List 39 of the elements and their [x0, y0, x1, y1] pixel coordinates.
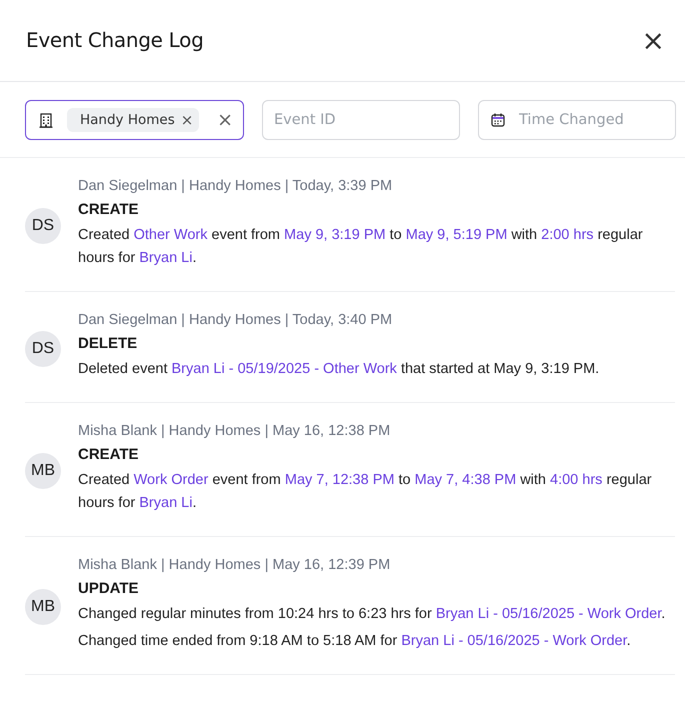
action-type: CREATE [78, 201, 140, 218]
entry-meta: Dan Siegelman | Handy Homes | Today, 3:40 PM [78, 312, 394, 328]
change-description: Changed regular minutes from 10:24 hrs to 6:23 hrs for Bryan Li - 05/16/2025 - Work Order. [78, 605, 666, 624]
change-description: Changed time ended from 9:18 AM to 5:18 AM for Bryan Li - 05/16/2025 - Work Order. [78, 632, 632, 651]
event-id-field[interactable]: Event ID [262, 100, 460, 140]
avatar: MB [25, 453, 61, 489]
clear-button[interactable]: × [217, 110, 233, 130]
company-filter[interactable]: Handy Homes × × [25, 100, 244, 140]
event-link[interactable]: Work Order [134, 472, 208, 488]
change-description: Created Work Order event from May 7, 12:38 PM to May 7, 4:38 PM with 4:00 hrs regular hours for Bryan Li. [78, 471, 653, 513]
action-type: UPDATE [78, 580, 140, 597]
close-button[interactable]: × [638, 26, 669, 54]
event-link[interactable]: 2:00 hrs [541, 227, 594, 243]
chip-remove-button[interactable]: × [180, 112, 194, 128]
entry-meta: Misha Blank | Handy Homes | May 16, 12:39 PM [78, 557, 392, 573]
avatar: MB [25, 589, 61, 625]
avatar: DS [25, 330, 61, 366]
event-link[interactable]: Bryan Li - 05/16/2025 - Work Order [401, 633, 627, 649]
event-link[interactable]: 4:00 hrs [550, 472, 602, 488]
event-link[interactable]: May 9, 5:19 PM [406, 227, 508, 243]
event-link[interactable]: May 7, 4:38 PM [414, 472, 516, 488]
event-link[interactable]: Other Work [134, 227, 208, 243]
avatar: DS [25, 208, 61, 244]
time-changed-field[interactable]: Time Changed [478, 100, 676, 140]
event-link[interactable]: Bryan Li [139, 250, 192, 266]
action-type: CREATE [78, 446, 140, 463]
event-link[interactable]: Bryan Li - 05/16/2025 - Work Order [436, 606, 662, 622]
event-link[interactable]: May 7, 12:38 PM [284, 472, 394, 488]
entry-meta: Misha Blank | Handy Homes | May 16, 12:38 PM [78, 423, 392, 439]
action-type: DELETE [78, 335, 138, 352]
change-description: Created Other Work event from May 9, 3:19 PM to May 9, 5:19 PM with 2:00 hrs regular hours for Bryan Li. [78, 226, 644, 268]
event-link[interactable]: Bryan Li [139, 495, 192, 511]
event-link[interactable]: May 9, 3:19 PM [284, 227, 386, 243]
change-description: Deleted event Bryan Li - 05/19/2025 - Other Work that started at May 9, 3:19 PM. [78, 360, 600, 379]
entry-meta: Dan Siegelman | Handy Homes | Today, 3:39 PM [78, 178, 394, 194]
event-link[interactable]: Bryan Li - 05/19/2025 - Other Work [172, 361, 397, 377]
dialog-title: Event Change Log [26, 28, 204, 52]
building-icon [39, 112, 53, 128]
chip-label: Handy Homes [80, 112, 175, 128]
